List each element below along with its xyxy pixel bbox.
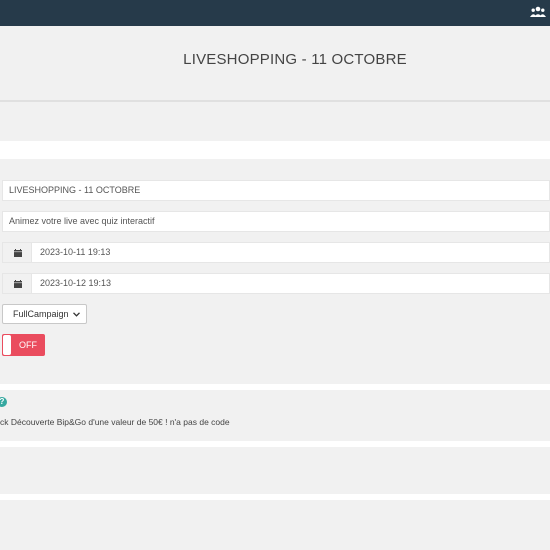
section-divider: [0, 141, 550, 159]
info-message: ck Découverte Bip&Go d'une valeur de 50€…: [0, 417, 230, 427]
page-header: LIVESHOPPING - 11 OCTOBRE: [0, 26, 550, 102]
help-glyph: ?: [0, 397, 5, 406]
end-date-field[interactable]: 2023-10-12 19:13: [2, 273, 550, 294]
campaign-type-value: FullCampaign: [13, 309, 69, 319]
campaign-description-input[interactable]: Animez votre live avec quiz interactif: [2, 211, 550, 232]
toggle-label: OFF: [19, 340, 37, 350]
start-date-addon: [2, 242, 32, 263]
end-date-input[interactable]: 2023-10-12 19:13: [32, 273, 550, 294]
chevron-down-icon: [73, 312, 80, 317]
section-divider: [0, 384, 550, 390]
users-icon[interactable]: [530, 6, 546, 18]
toggle-knob: [3, 335, 11, 355]
top-navbar: [0, 0, 550, 26]
question-circle-icon[interactable]: ?: [0, 397, 7, 407]
calendar-icon: [14, 280, 22, 288]
start-date-input[interactable]: 2023-10-11 19:13: [32, 242, 550, 263]
campaign-name-input[interactable]: LIVESHOPPING - 11 OCTOBRE: [2, 180, 550, 201]
section-divider: [0, 494, 550, 500]
status-toggle[interactable]: OFF: [2, 334, 45, 356]
page-title: LIVESHOPPING - 11 OCTOBRE: [183, 51, 407, 68]
calendar-icon: [14, 249, 22, 257]
end-date-addon: [2, 273, 32, 294]
start-date-field[interactable]: 2023-10-11 19:13: [2, 242, 550, 263]
section-divider: [0, 441, 550, 447]
campaign-type-select[interactable]: FullCampaign: [2, 304, 87, 324]
